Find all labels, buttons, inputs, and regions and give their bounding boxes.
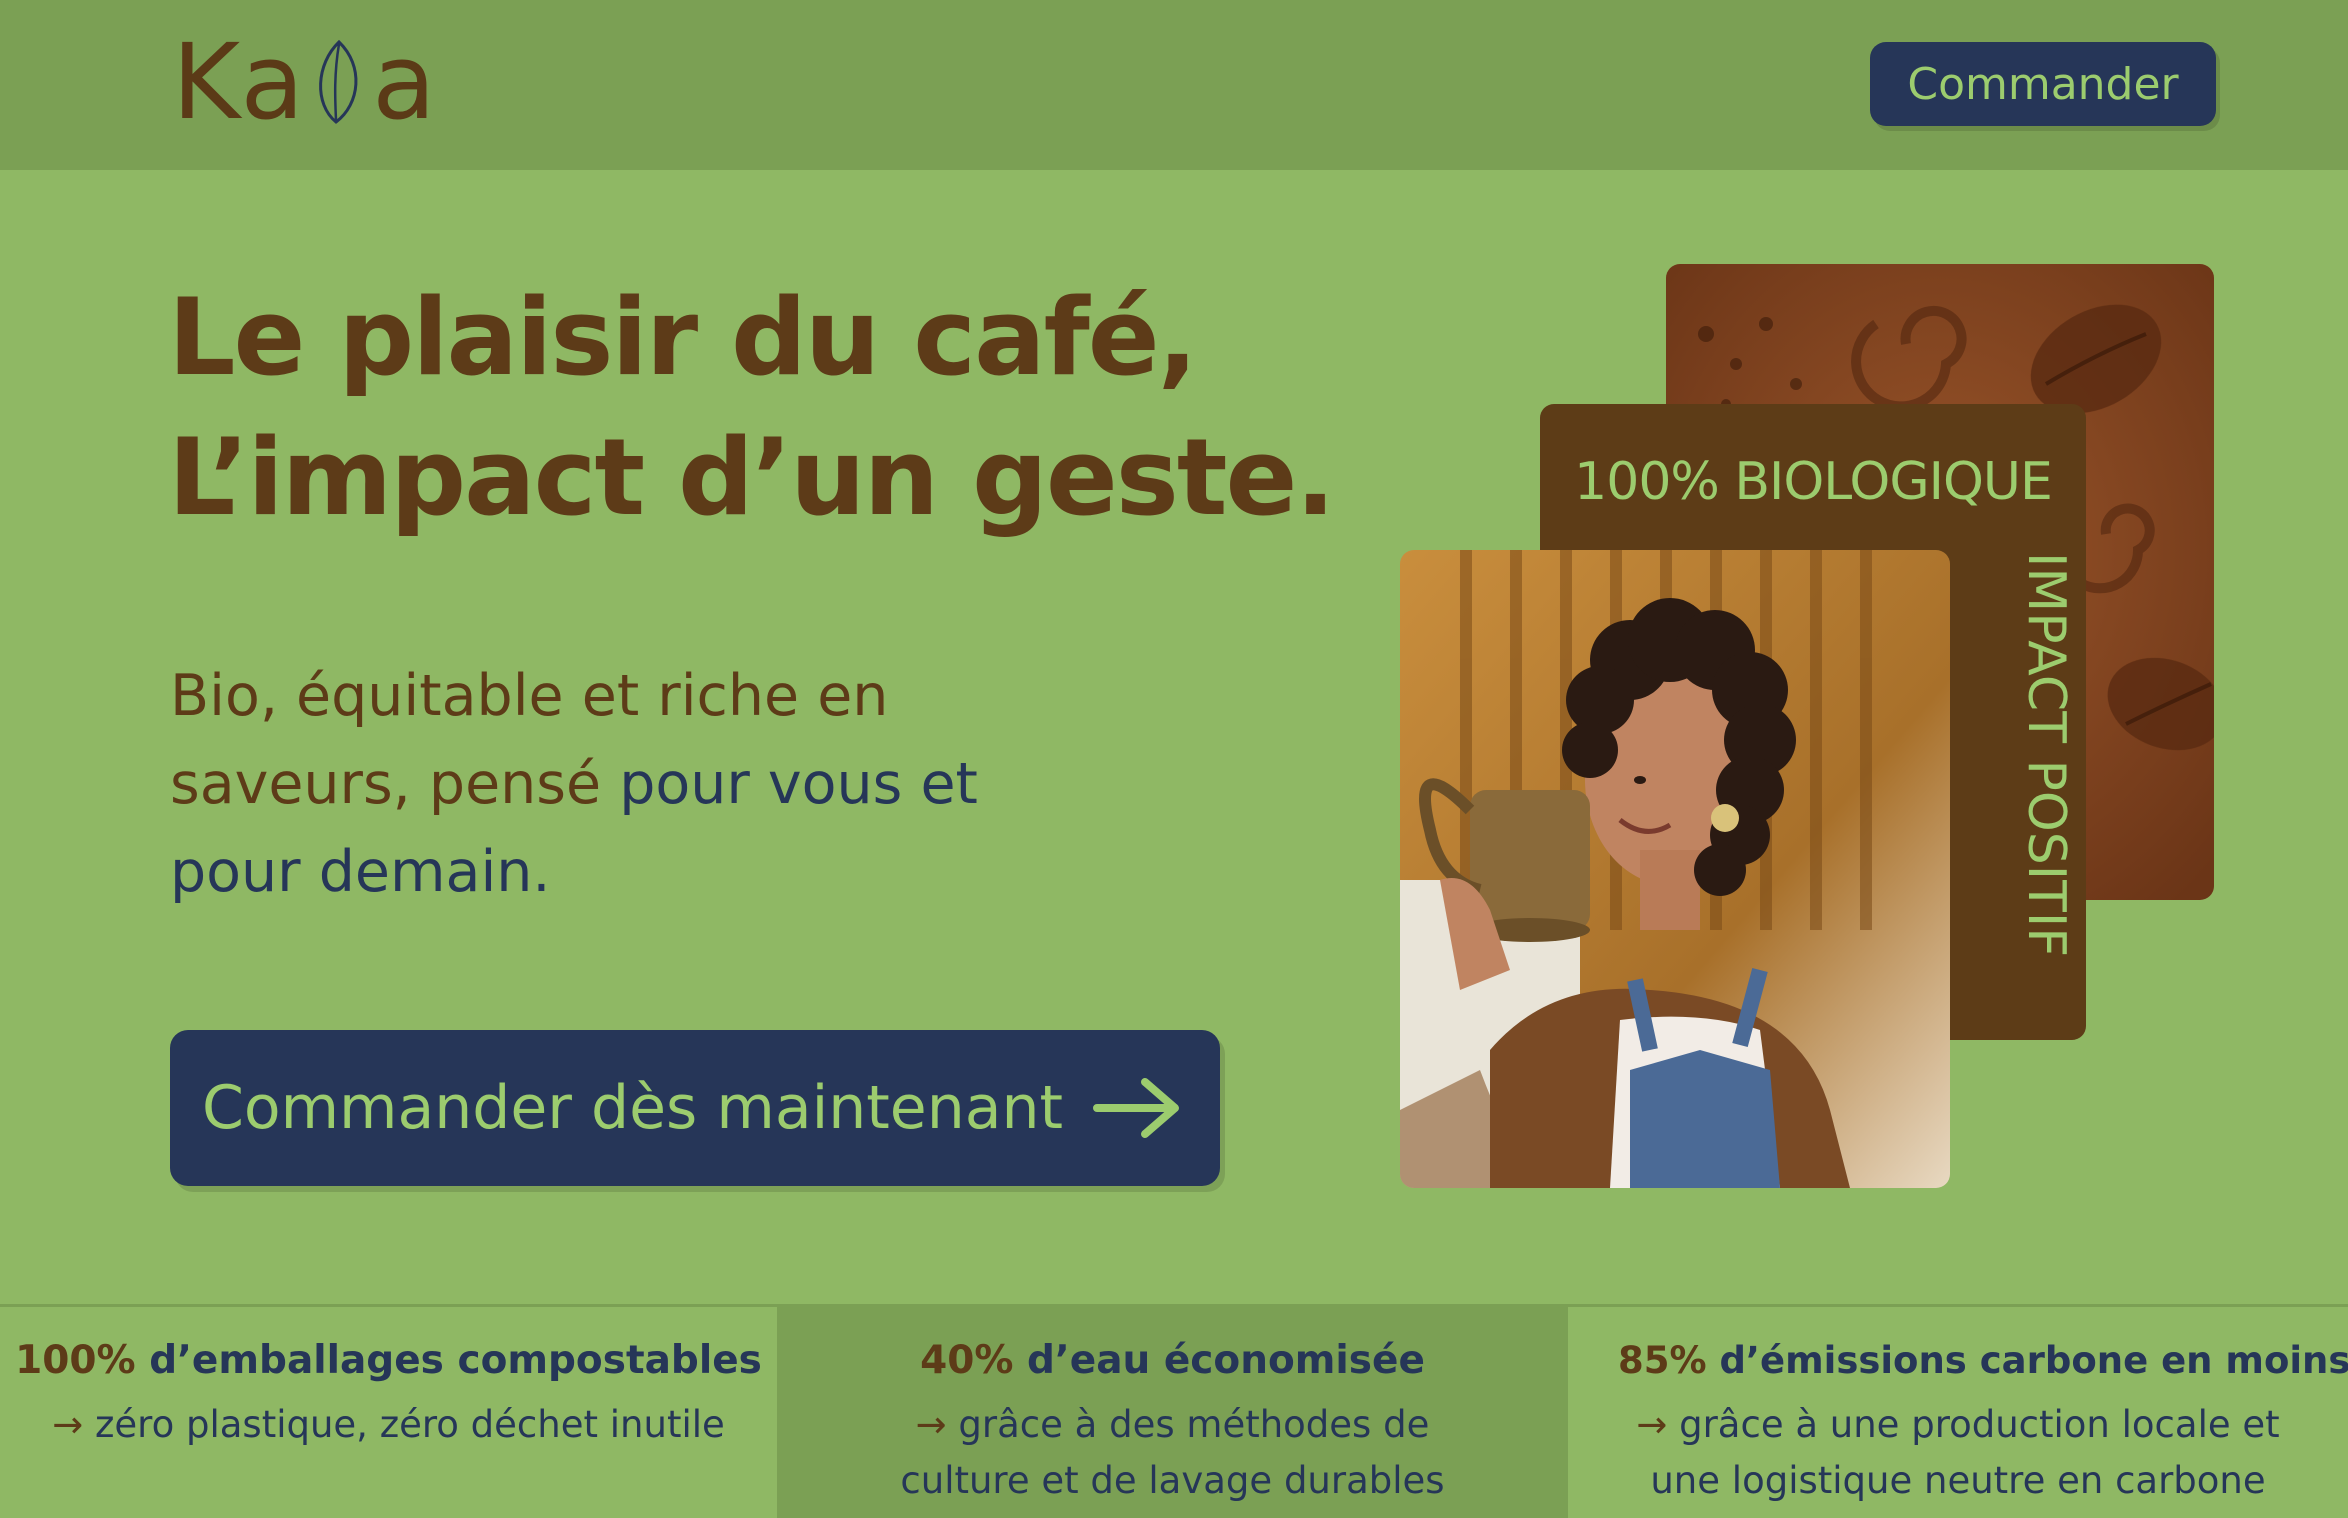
stat-water-value: 40% [920, 1338, 1014, 1383]
order-now-label: Commander dès maintenant [202, 1073, 1064, 1143]
stat-packaging-desc: → zéro plastique, zéro déchet inutile [0, 1397, 777, 1453]
positive-impact-label: IMPACT POSITIF [2016, 552, 2076, 958]
hero-title: Le plaisir du café, L’impact d’un geste. [168, 268, 1336, 548]
leaf-icon [319, 39, 358, 124]
stat-packaging-label: d’emballages compostables [135, 1338, 762, 1383]
kava-logo[interactable]: Ka a [172, 21, 438, 143]
stat-packaging-title: 100% d’emballages compostables [0, 1333, 777, 1389]
stat-carbon: 85% d’émissions carbone en moins → grâce… [1568, 1307, 2348, 1518]
logo-text-end: a [372, 21, 438, 143]
arrow-right-icon [1093, 1078, 1180, 1138]
logo-text-start: Ka [172, 21, 307, 143]
woman-drinking-coffee-photo [1400, 550, 1950, 1188]
stat-water-desc: → grâce à des méthodes de culture et de … [860, 1397, 1485, 1509]
hero-title-line-2: L’impact d’un geste. [168, 416, 1336, 539]
stat-carbon-text: grâce à une production locale et une log… [1650, 1403, 2280, 1502]
site-header: Ka a Commander [0, 0, 2348, 170]
organic-label: 100% BIOLOGIQUE [1574, 452, 2053, 512]
arrow-right-icon: → [52, 1403, 84, 1446]
hero-subtitle: Bio, équitable et riche en saveurs, pens… [170, 652, 1070, 916]
stat-water-text: grâce à des méthodes de culture et de la… [900, 1403, 1445, 1502]
order-now-button[interactable]: Commander dès maintenant [170, 1030, 1220, 1186]
stat-water-label: d’eau économisée [1013, 1338, 1425, 1383]
stat-carbon-title: 85% d’émissions carbone en moins [1618, 1333, 2348, 1389]
stat-water: 40% d’eau économisée → grâce à des métho… [780, 1307, 1568, 1518]
arrow-right-icon: → [1636, 1403, 1668, 1446]
stats-bar: 100% d’emballages compostables → zéro pl… [0, 1304, 2348, 1518]
stat-packaging-text: zéro plastique, zéro déchet inutile [83, 1403, 725, 1446]
stat-water-title: 40% d’eau économisée [860, 1333, 1485, 1389]
stat-carbon-desc: → grâce à une production locale et une l… [1618, 1397, 2298, 1509]
stat-carbon-label: d’émissions carbone en moins [1706, 1339, 2348, 1382]
hero-title-line-1: Le plaisir du café, [168, 276, 1198, 399]
arrow-right-icon: → [915, 1403, 947, 1446]
order-button[interactable]: Commander [1870, 42, 2216, 126]
stat-carbon-value: 85% [1618, 1339, 1707, 1382]
stat-packaging-value: 100% [15, 1338, 136, 1383]
stat-packaging: 100% d’emballages compostables → zéro pl… [0, 1307, 780, 1518]
